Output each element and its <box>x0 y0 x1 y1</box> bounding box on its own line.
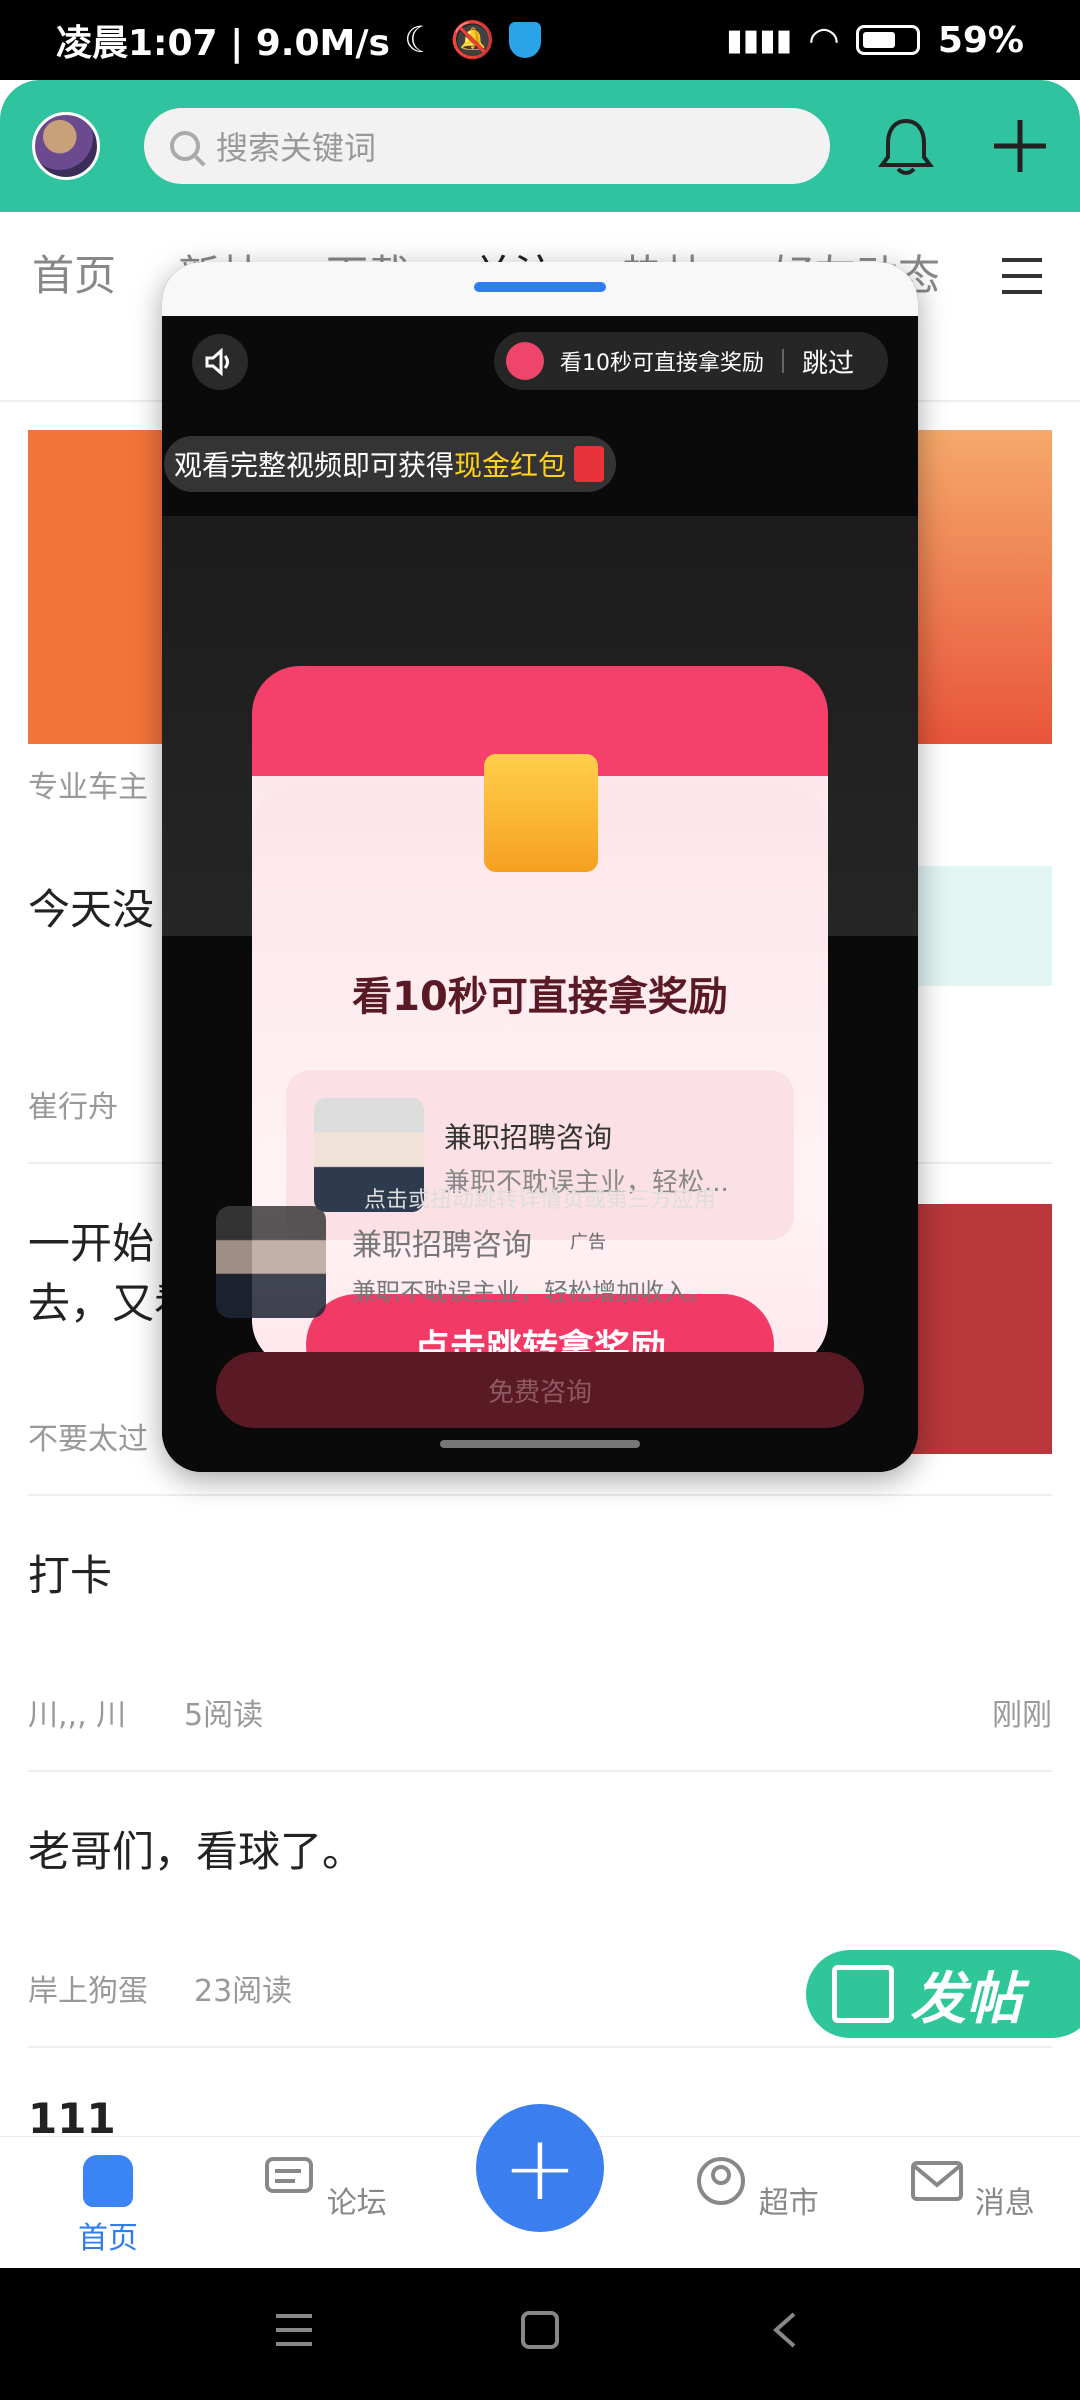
market-icon <box>697 2157 746 2205</box>
ad-bottom-name: 兼职招聘咨询 <box>352 1228 532 1263</box>
volume-icon <box>205 348 229 376</box>
feed-thumbnail[interactable] <box>912 1204 1052 1454</box>
tab-home[interactable]: 首页 <box>32 242 116 303</box>
avatar[interactable] <box>32 112 100 180</box>
nav-home-label: 首页 <box>78 2221 138 2256</box>
reward-title: 看10秒可直接拿奖励 <box>352 974 728 1020</box>
ad-video[interactable]: 看10秒可直接拿奖励 跳过 观看完整视频即可获得 现金红包 看10秒可直接拿奖励… <box>162 316 918 1472</box>
plus-icon: + <box>502 2115 578 2221</box>
reward-card: 看10秒可直接拿奖励 兼职招聘咨询 兼职不耽误主业，轻松... 点击跳转拿奖励 <box>252 666 828 1368</box>
banner-left-image[interactable] <box>28 430 168 744</box>
divider <box>28 1494 1052 1496</box>
feed-item-time: 刚刚 <box>992 1698 1052 1733</box>
search-input[interactable]: 搜索关键词 <box>144 108 830 184</box>
cash-tip-prefix: 观看完整视频即可获得 <box>174 449 455 482</box>
feed-item-author: 崔行舟 <box>28 1090 118 1125</box>
sheet-grab-handle[interactable] <box>474 282 606 292</box>
feed-item-reads: 23阅读 <box>194 1974 293 2009</box>
nav-market[interactable]: 超市 <box>686 2155 826 2222</box>
bell-muted-icon: 🔕 <box>450 20 496 61</box>
mail-icon <box>911 2161 964 2201</box>
feed-item-title[interactable]: 老哥们，看球了。 <box>28 1818 364 1879</box>
feed-item-meta: 不要太过 <box>28 1422 148 1457</box>
shield-icon <box>509 22 542 58</box>
nav-market-label: 超市 <box>758 2186 819 2221</box>
feed-item-author: 川,,, 川 <box>28 1698 127 1733</box>
wifi-icon: ◠ <box>810 19 838 61</box>
feed-item-meta: 专业车主 <box>28 770 148 805</box>
pill-separator <box>782 349 784 373</box>
reward-pill-text: 看10秒可直接拿奖励 <box>560 351 764 376</box>
battery-percent: 59% <box>937 19 1024 61</box>
feed-item-reads: 5阅读 <box>184 1698 264 1733</box>
cash-reward-tip: 观看完整视频即可获得 现金红包 <box>164 436 617 492</box>
app-header: 搜索关键词 <box>0 80 1080 212</box>
ad-name: 兼职招聘咨询 <box>444 1121 613 1154</box>
divider <box>28 2046 1052 2048</box>
gift-box-icon <box>484 754 598 872</box>
ad-info-card[interactable]: 兼职招聘咨询 兼职不耽误主业，轻松... <box>286 1070 794 1240</box>
nav-messages[interactable]: 消息 <box>902 2155 1042 2222</box>
banner-right-image[interactable] <box>912 430 1052 744</box>
edit-icon <box>832 1965 894 2023</box>
home-icon <box>83 2155 133 2207</box>
nav-home[interactable]: 首页 <box>38 2155 178 2257</box>
add-icon[interactable] <box>992 118 1048 174</box>
nav-messages-label: 消息 <box>974 2186 1035 2221</box>
system-nav-bar <box>0 2268 1080 2400</box>
feed-thumbnail[interactable] <box>912 866 1052 986</box>
post-button[interactable]: 发帖 <box>806 1950 1080 2038</box>
nav-forum-label: 论坛 <box>326 2186 387 2221</box>
ad-bottom-description: 兼职不耽误主业，轻松增加收入。 <box>352 1278 712 1306</box>
search-icon <box>170 131 200 161</box>
red-envelope-icon <box>574 446 605 482</box>
signal-icon: ▮▮▮▮ <box>726 22 793 58</box>
recent-apps-icon[interactable] <box>274 2312 314 2348</box>
feed-item-title[interactable]: 今天没 <box>28 876 154 937</box>
status-time: 凌晨1:07 | 9.0M/s <box>56 23 390 64</box>
battery-icon <box>855 25 920 55</box>
free-consult-button[interactable]: 免费咨询 <box>216 1352 864 1428</box>
search-placeholder: 搜索关键词 <box>216 129 377 167</box>
skip-button[interactable]: 跳过 <box>802 343 854 380</box>
moon-icon: ☾ <box>403 19 437 61</box>
bell-icon[interactable] <box>878 115 934 177</box>
gift-icon <box>506 342 544 380</box>
nav-forum[interactable]: 论坛 <box>254 2155 394 2222</box>
reward-pill: 看10秒可直接拿奖励 跳过 <box>494 332 888 390</box>
back-icon[interactable] <box>770 2310 798 2350</box>
ad-bottom-photo <box>216 1206 326 1318</box>
volume-button[interactable] <box>192 334 248 390</box>
feed-item-title[interactable]: 打卡 <box>28 1542 112 1603</box>
home-indicator <box>440 1440 640 1448</box>
forum-icon <box>265 2157 314 2193</box>
cash-tip-highlight: 现金红包 <box>454 449 567 482</box>
feed-item-author: 岸上狗蛋 <box>28 1974 148 2009</box>
ad-badge: 广告 <box>570 1232 606 1253</box>
menu-icon[interactable] <box>1000 256 1044 296</box>
divider <box>28 1770 1052 1772</box>
status-bar: 凌晨1:07 | 9.0M/s ☾ 🔕 ▮▮▮▮ ◠ 59% <box>0 0 1080 80</box>
compose-button[interactable]: + <box>476 2104 604 2232</box>
home-button-icon[interactable] <box>520 2310 560 2350</box>
feed-item-title[interactable]: 一开始 <box>28 1210 154 1271</box>
ad-sheet: 看10秒可直接拿奖励 跳过 观看完整视频即可获得 现金红包 看10秒可直接拿奖励… <box>162 262 918 1472</box>
post-button-label: 发帖 <box>910 1966 1022 2032</box>
